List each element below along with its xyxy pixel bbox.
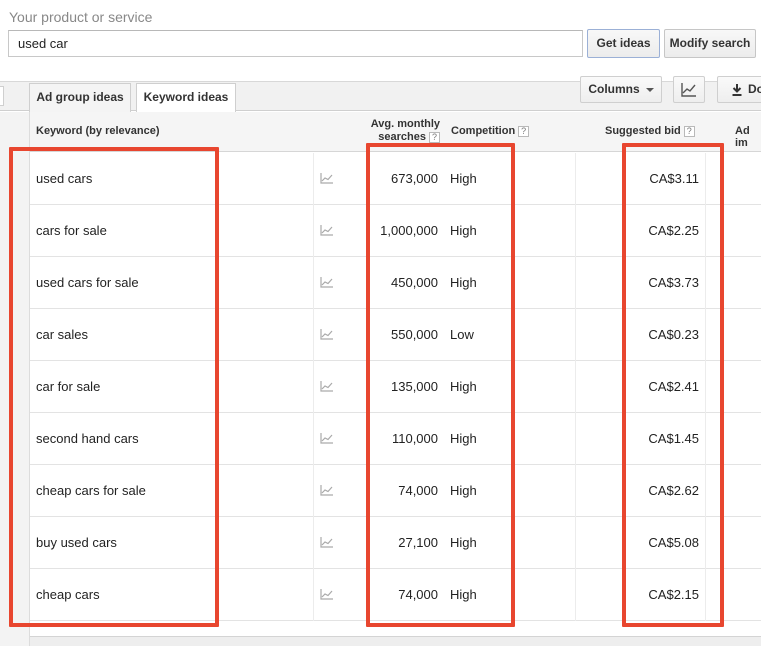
trend-chart-icon[interactable] — [320, 536, 334, 551]
column-divider — [313, 569, 314, 621]
header-competition[interactable]: Competition? — [451, 125, 530, 137]
modify-search-button[interactable]: Modify search — [664, 29, 756, 58]
search-input[interactable] — [8, 30, 583, 57]
help-icon[interactable]: ? — [683, 125, 695, 137]
column-divider — [313, 413, 314, 465]
horizontal-scrollbar[interactable] — [30, 636, 761, 646]
trend-chart-icon[interactable] — [320, 432, 334, 447]
trend-chart-icon[interactable] — [320, 484, 334, 499]
columns-label: Columns — [588, 82, 640, 96]
product-label: Your product or service — [9, 9, 153, 25]
column-divider — [575, 569, 576, 621]
column-divider — [575, 205, 576, 257]
chevron-down-icon — [645, 87, 654, 92]
highlight-keyword-column — [9, 147, 219, 627]
tab-keyword-ideas[interactable]: Keyword ideas — [136, 83, 236, 113]
trend-chart-icon[interactable] — [320, 588, 334, 603]
highlight-suggested-bid-column — [622, 143, 724, 627]
column-divider — [313, 361, 314, 413]
trend-chart-icon[interactable] — [320, 276, 334, 291]
left-panel-stub — [0, 86, 4, 106]
trend-chart-icon[interactable] — [320, 172, 334, 187]
help-icon[interactable]: ? — [429, 131, 440, 143]
columns-button[interactable]: Columns — [580, 76, 662, 103]
download-button[interactable]: Do — [717, 76, 761, 103]
column-divider — [575, 257, 576, 309]
column-divider — [313, 257, 314, 309]
tab-ad-group-ideas[interactable]: Ad group ideas — [29, 83, 131, 112]
column-divider — [313, 517, 314, 569]
trend-chart-icon[interactable] — [320, 224, 334, 239]
header-ad-impressions[interactable]: Ad im — [735, 125, 761, 149]
column-divider — [575, 517, 576, 569]
column-divider — [313, 309, 314, 361]
column-divider — [313, 205, 314, 257]
column-divider — [575, 465, 576, 517]
header-avg-line1: Avg. monthly — [370, 118, 440, 130]
header-suggested-bid[interactable]: Suggested bid? — [605, 125, 695, 137]
column-divider — [575, 153, 576, 205]
column-divider — [575, 413, 576, 465]
column-divider — [575, 361, 576, 413]
chart-button[interactable] — [673, 76, 705, 103]
download-label: Do — [748, 82, 761, 96]
column-divider — [313, 465, 314, 517]
header-avg-monthly-searches[interactable]: Avg. monthly searches? — [368, 118, 440, 144]
highlight-avg-searches-column — [366, 143, 515, 627]
column-divider — [575, 309, 576, 361]
column-divider — [313, 153, 314, 205]
trend-chart-icon[interactable] — [320, 328, 334, 343]
get-ideas-button[interactable]: Get ideas — [587, 29, 660, 58]
trend-chart-icon[interactable] — [320, 380, 334, 395]
chart-icon — [681, 83, 696, 97]
header-keyword[interactable]: Keyword (by relevance) — [36, 125, 160, 137]
download-icon — [732, 83, 742, 96]
help-icon[interactable]: ? — [518, 125, 530, 137]
